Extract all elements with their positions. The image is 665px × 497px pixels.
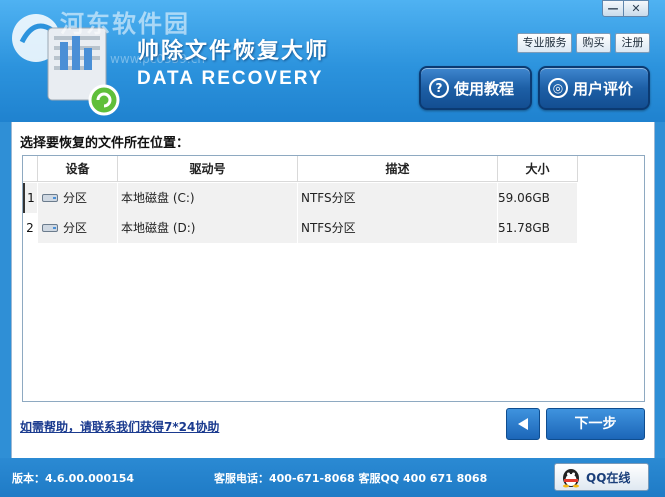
header-banner: 河东软件园 www.pc0359.cn 帅除文件恢复大师 DATA RECOVE…: [0, 0, 665, 122]
size-cell: 59.06GB: [498, 183, 578, 213]
minimize-button[interactable]: —: [602, 0, 624, 17]
contact-text: 客服电话：400-671-8068 客服QQ 400 671 8068: [214, 472, 488, 485]
row-index: 1: [23, 183, 38, 213]
row-index: 2: [23, 213, 38, 243]
tutorial-label: 使用教程: [454, 79, 515, 98]
drive-cell: 本地磁盘 (C:): [118, 183, 298, 213]
app-subtitle: DATA RECOVERY: [137, 68, 324, 89]
column-header-drive[interactable]: 驱动号: [118, 156, 298, 182]
buy-button[interactable]: 购买: [576, 33, 611, 53]
description-cell: NTFS分区: [298, 213, 498, 243]
main-panel: 选择要恢复的文件所在位置： 设备 驱动号 描述 大小 1 分区 本地磁盘 (C:…: [11, 122, 655, 458]
close-button[interactable]: ✕: [623, 0, 649, 17]
device-cell: 分区: [38, 183, 118, 213]
column-header-index[interactable]: [23, 156, 38, 182]
help-link[interactable]: 如需帮助，请联系我们获得7*24协助: [20, 418, 219, 435]
disk-icon: [42, 194, 58, 202]
back-button[interactable]: [506, 408, 540, 440]
triangle-left-icon: [518, 418, 528, 430]
size-cell: 51.78GB: [498, 213, 578, 243]
device-cell: 分区: [38, 213, 118, 243]
qq-online-button[interactable]: QQ在线: [554, 463, 649, 491]
qq-online-label: QQ在线: [586, 470, 631, 485]
app-title: 帅除文件恢复大师: [137, 39, 330, 64]
disk-icon: [42, 224, 58, 232]
user-review-button[interactable]: ◎ 用户评价: [538, 66, 650, 110]
column-header-device[interactable]: 设备: [38, 156, 118, 182]
partition-table: 设备 驱动号 描述 大小 1 分区 本地磁盘 (C:) NTFS分区 59.06…: [22, 155, 645, 402]
review-icon: ◎: [548, 78, 568, 98]
device-label: 分区: [63, 191, 88, 205]
pro-service-button[interactable]: 专业服务: [517, 33, 572, 53]
question-icon: ?: [429, 78, 449, 98]
location-prompt: 选择要恢复的文件所在位置：: [20, 136, 190, 151]
table-header: 设备 驱动号 描述 大小: [23, 156, 578, 182]
qq-penguin-icon: [563, 469, 579, 488]
column-header-description[interactable]: 描述: [298, 156, 498, 182]
drive-cell: 本地磁盘 (D:): [118, 213, 298, 243]
next-step-button[interactable]: 下一步: [546, 408, 645, 440]
tutorial-button[interactable]: ? 使用教程: [419, 66, 532, 110]
column-header-size[interactable]: 大小: [498, 156, 578, 182]
device-label: 分区: [63, 221, 88, 235]
version-text: 版本：4.6.00.000154: [12, 472, 135, 485]
review-label: 用户评价: [573, 79, 634, 98]
description-cell: NTFS分区: [298, 183, 498, 213]
table-row[interactable]: 2 分区 本地磁盘 (D:) NTFS分区 51.78GB: [23, 213, 578, 243]
register-button[interactable]: 注册: [615, 33, 650, 53]
table-row[interactable]: 1 分区 本地磁盘 (C:) NTFS分区 59.06GB: [23, 183, 578, 213]
footer-bar: 版本：4.6.00.000154 客服电话：400-671-8068 客服QQ …: [0, 458, 665, 497]
